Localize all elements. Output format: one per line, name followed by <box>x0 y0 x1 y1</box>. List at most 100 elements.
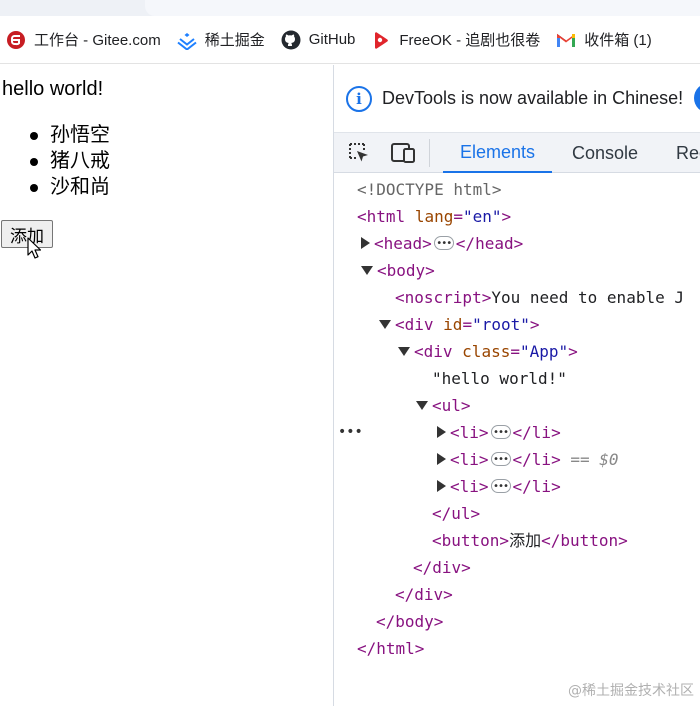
dom-ul-close[interactable]: </ul> <box>432 500 480 527</box>
bookmark-label: 稀土掘金 <box>204 32 265 49</box>
list-item: 孙悟空 <box>30 122 110 148</box>
node-text: You need to enable J <box>491 288 684 307</box>
tag-text: </div> <box>413 558 471 577</box>
dom-head[interactable]: <head> </head> <box>361 230 523 257</box>
github-icon <box>281 30 301 50</box>
list-item: 沙和尚 <box>30 174 110 200</box>
bookmark-juejin[interactable]: 稀土掘金 <box>169 24 273 56</box>
tag-text: </ul> <box>432 504 481 523</box>
dom-button[interactable]: <button>添加</button> <box>432 527 628 554</box>
collapse-arrow-icon[interactable] <box>361 265 373 275</box>
tag-text: <button> <box>432 531 510 550</box>
dom-div-app-close[interactable]: </div> <box>413 554 471 581</box>
tag-text: <li> <box>450 423 489 442</box>
dom-body-close[interactable]: </body> <box>376 608 443 635</box>
tag-text: </li> <box>512 450 561 469</box>
attr-name: class <box>462 342 511 361</box>
dom-div-app[interactable]: <div class="App"> <box>398 338 578 365</box>
bookmark-label: FreeOK - 追剧也很卷 <box>399 32 541 49</box>
collapse-arrow-icon[interactable] <box>379 319 391 329</box>
bookmark-gitee[interactable]: 工作台 - Gitee.com <box>0 24 169 56</box>
tag-text: <body> <box>377 261 435 280</box>
info-icon: i <box>346 85 372 112</box>
bookmark-gmail[interactable]: 收件箱 (1) <box>548 24 660 56</box>
dom-noscript[interactable]: <noscript>You need to enable J <box>395 284 684 311</box>
bookmarks-bar: 工作台 - Gitee.com 稀土掘金 GitHub FreeOK - 追剧也… <box>0 16 700 64</box>
freeok-icon <box>371 30 391 50</box>
tag-text: <ul> <box>432 396 471 415</box>
bookmark-label: 工作台 - Gitee.com <box>34 32 161 49</box>
inspect-element-icon[interactable] <box>346 141 372 165</box>
tag-text: </li> <box>512 477 561 496</box>
tag-text: </head> <box>455 234 524 253</box>
tag-text: > <box>501 207 512 226</box>
doctype-text: <!DOCTYPE html> <box>357 180 502 199</box>
tag-text: </button> <box>541 531 628 550</box>
gitee-icon <box>6 30 26 50</box>
devtools-tabbar: Elements Console Rec <box>334 132 700 173</box>
hello-text: hello world! <box>2 78 104 100</box>
dom-div-root[interactable]: <div id="root"> <box>379 311 540 338</box>
tag-text: <noscript> <box>395 288 492 307</box>
expand-arrow-icon[interactable] <box>361 237 370 249</box>
dom-ul[interactable]: <ul> <box>416 392 471 419</box>
ellipsis-icon[interactable] <box>490 473 511 500</box>
collapse-arrow-icon[interactable] <box>416 400 428 410</box>
ellipsis-icon[interactable] <box>490 419 511 446</box>
dom-doctype[interactable]: <!DOCTYPE html> <box>357 176 502 203</box>
ellipsis-icon[interactable] <box>490 446 511 473</box>
list-item: 猪八戒 <box>30 148 110 174</box>
tab-recorder[interactable]: Rec <box>666 133 700 173</box>
dom-li[interactable]: <li> </li> <box>437 473 561 500</box>
tag-text: </div> <box>395 585 453 604</box>
tab-strip <box>0 0 700 16</box>
expand-arrow-icon[interactable] <box>437 426 446 438</box>
attr-value: "root" <box>472 315 530 334</box>
tag-text: <html <box>357 207 406 226</box>
devtools-infobar: i DevTools is now available in Chinese! <box>334 65 700 132</box>
tag-text: <li> <box>450 450 489 469</box>
tag-text: <head> <box>374 234 432 253</box>
active-tab-shape <box>145 0 700 16</box>
expand-arrow-icon[interactable] <box>437 453 446 465</box>
expand-arrow-icon[interactable] <box>437 480 446 492</box>
tag-text: > <box>568 342 578 361</box>
bookmark-label: 收件箱 (1) <box>584 32 652 49</box>
dom-li[interactable]: <li> </li> <box>437 419 561 446</box>
tag-text: > <box>529 315 540 334</box>
tab-console[interactable]: Console <box>562 133 648 173</box>
elements-tree: <!DOCTYPE html> <html lang="en"> <head><… <box>334 173 700 706</box>
tag-text: <div <box>395 315 434 334</box>
tab-elements[interactable]: Elements <box>443 133 553 173</box>
device-toolbar-icon[interactable] <box>390 141 416 165</box>
character-list: 孙悟空 猪八戒 沙和尚 <box>30 122 110 200</box>
tag-text: </html> <box>357 639 425 658</box>
dom-div-root-close[interactable]: </div> <box>395 581 453 608</box>
tag-text: <div <box>414 342 453 361</box>
devtools-panel: i DevTools is now available in Chinese! … <box>333 65 700 706</box>
dom-text-hello[interactable]: "hello world!" <box>432 365 567 392</box>
more-options-icon[interactable]: ••• <box>338 424 363 440</box>
infobar-action-button[interactable] <box>694 83 700 113</box>
tag-text: <li> <box>450 477 489 496</box>
selected-node-marker: == $0 <box>570 450 619 469</box>
toolbar-separator <box>429 139 430 167</box>
bookmark-freeok[interactable]: FreeOK - 追剧也很卷 <box>363 24 548 56</box>
node-text: 添加 <box>509 531 542 550</box>
infobar-text: DevTools is now available in Chinese! <box>382 88 684 108</box>
attr-value: "App" <box>519 342 569 361</box>
dom-body[interactable]: <body> <box>361 257 435 284</box>
gmail-icon <box>556 30 576 50</box>
collapse-arrow-icon[interactable] <box>398 346 410 356</box>
tag-text: </li> <box>512 423 561 442</box>
dom-li-selected[interactable]: <li> </li> == $0 <box>437 446 619 473</box>
ellipsis-icon[interactable] <box>433 230 454 257</box>
attr-value: "en" <box>462 207 502 226</box>
attr-name: lang <box>414 207 454 226</box>
page-viewport: hello world! 孙悟空 猪八戒 沙和尚 添加 <box>0 65 333 706</box>
tag-text: </body> <box>376 612 444 631</box>
bookmark-github[interactable]: GitHub <box>273 24 364 56</box>
dom-html-close[interactable]: </html> <box>357 635 424 662</box>
dom-html[interactable]: <html lang="en"> <box>357 203 511 230</box>
juejin-icon <box>177 30 197 50</box>
